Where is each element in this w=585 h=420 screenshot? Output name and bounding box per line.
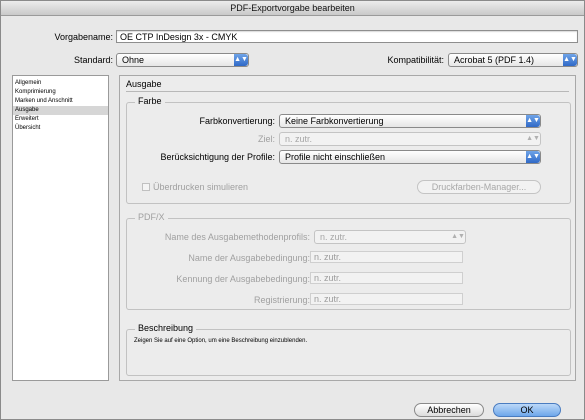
output-profile-popup[interactable]: n. zutr. ▲▼ <box>314 230 466 244</box>
compatibility-label: Kompatibilität: <box>387 55 444 65</box>
simulate-overprint-checkbox[interactable] <box>142 183 150 191</box>
profile-inclusion-label: Berücksichtigung der Profile: <box>160 152 275 162</box>
profile-inclusion-popup[interactable]: Profile nicht einschließen ▲▼ <box>279 150 541 164</box>
registry-field: n. zutr. <box>310 293 463 305</box>
color-conversion-popup[interactable]: Keine Farbkonvertierung ▲▼ <box>279 114 541 128</box>
standard-label: Standard: <box>73 55 113 65</box>
updown-arrow-icon: ▲▼ <box>526 135 540 142</box>
condition-id-label: Kennung der Ausgabebedingung: <box>176 274 310 284</box>
ok-button[interactable]: OK <box>493 403 561 417</box>
panel-title: Ausgabe <box>126 79 162 89</box>
pdf-export-preset-dialog: PDF-Exportvorgabe bearbeiten Vorgabename… <box>0 0 585 420</box>
updown-arrow-icon: ▲▼ <box>451 233 465 240</box>
destination-popup[interactable]: n. zutr. ▲▼ <box>279 132 541 146</box>
sidebar-item-allgemein[interactable]: Allgemein <box>13 79 108 88</box>
sidebar-item-erweitert[interactable]: Erweitert <box>13 115 108 124</box>
updown-arrow-icon: ▲▼ <box>526 151 540 163</box>
color-conversion-value: Keine Farbkonvertierung <box>285 116 384 126</box>
preset-name-field[interactable]: OE CTP InDesign 3x - CMYK <box>116 30 578 43</box>
sidebar-item-komprimierung[interactable]: Komprimierung <box>13 88 108 97</box>
sidebar-item-uebersicht[interactable]: Übersicht <box>13 124 108 133</box>
compatibility-popup[interactable]: Acrobat 5 (PDF 1.4) ▲▼ <box>448 53 578 67</box>
condition-name-field: n. zutr. <box>310 251 463 263</box>
destination-label: Ziel: <box>257 134 275 144</box>
farbe-group-title: Farbe <box>135 96 165 106</box>
output-profile-value: n. zutr. <box>320 232 348 242</box>
pdfx-group-title: PDF/X <box>135 212 168 222</box>
updown-arrow-icon: ▲▼ <box>526 115 540 127</box>
description-group-title: Beschreibung <box>135 323 197 333</box>
destination-value: n. zutr. <box>285 134 313 144</box>
profile-inclusion-value: Profile nicht einschließen <box>285 152 386 162</box>
preset-name-label: Vorgabename: <box>54 32 113 42</box>
standard-value: Ohne <box>122 55 145 65</box>
description-text: Zeigen Sie auf eine Option, um eine Besc… <box>134 338 308 344</box>
color-conversion-label: Farbkonvertierung: <box>199 116 275 126</box>
registry-label: Registrierung: <box>253 295 310 305</box>
cancel-button[interactable]: Abbrechen <box>414 403 484 417</box>
category-list: Allgemein Komprimierung Marken und Ansch… <box>12 75 109 381</box>
output-profile-label: Name des Ausgabemethodenprofils: <box>164 232 310 242</box>
settings-panel: Ausgabe Farbe Farbkonvertierung: Keine F… <box>119 75 576 381</box>
ink-manager-button[interactable]: Druckfarben-Manager... <box>417 180 541 194</box>
condition-name-label: Name der Ausgabebedingung: <box>188 253 310 263</box>
sidebar-item-ausgabe[interactable]: Ausgabe <box>13 106 108 115</box>
simulate-overprint-label: Überdrucken simulieren <box>153 182 249 192</box>
window-title: PDF-Exportvorgabe bearbeiten <box>1 1 584 16</box>
title-divider <box>126 91 569 92</box>
compatibility-value: Acrobat 5 (PDF 1.4) <box>454 55 535 65</box>
condition-id-field: n. zutr. <box>310 272 463 284</box>
updown-arrow-icon: ▲▼ <box>234 54 248 66</box>
sidebar-item-marken-und-anschnitt[interactable]: Marken und Anschnitt <box>13 97 108 106</box>
updown-arrow-icon: ▲▼ <box>563 54 577 66</box>
standard-popup[interactable]: Ohne ▲▼ <box>116 53 249 67</box>
description-group <box>126 329 571 376</box>
